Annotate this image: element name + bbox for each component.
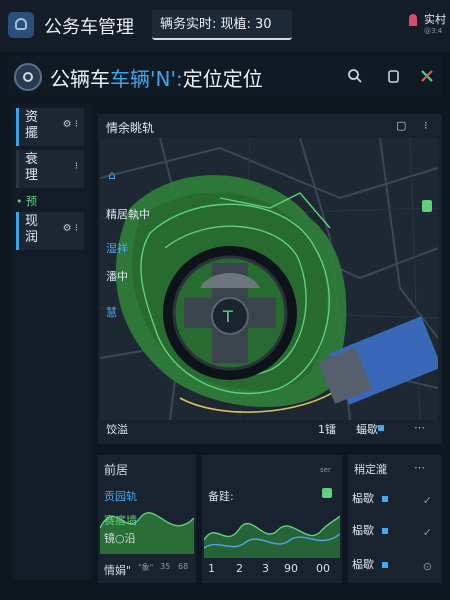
sidebar-item-label: 资擺 xyxy=(25,110,39,141)
more-icon[interactable]: ⋯ xyxy=(414,461,425,474)
sidebar-item-resources[interactable]: 资擺 ⚙ ⁝ xyxy=(16,108,84,146)
chart-corner-label: ser xyxy=(320,466,331,474)
list-item[interactable]: 榀歇 ⊙ xyxy=(352,556,438,582)
svg-text:T: T xyxy=(222,307,233,326)
map-canvas: T xyxy=(100,138,438,420)
title-part-d: 定位定位 xyxy=(182,67,263,91)
list-item[interactable]: 榀歇 ✓ xyxy=(352,522,438,548)
legend-swatch xyxy=(381,528,388,534)
map-marker-icon[interactable] xyxy=(422,200,432,212)
card-item: 贡园轨 xyxy=(104,490,137,503)
legend-swatch xyxy=(381,562,388,568)
sidebar-item-label: 现润 xyxy=(25,214,39,245)
chart-status-icon xyxy=(322,488,332,498)
map-label: 慧 xyxy=(106,306,117,319)
map-footer-right[interactable]: 蝠歇 xyxy=(356,421,378,437)
app-title: 公务车管理 xyxy=(44,17,134,38)
bookmark-icon[interactable]: ▢ xyxy=(396,119,406,132)
card-item: 赛瘩墙 xyxy=(104,514,137,527)
chart-tick: 90 xyxy=(284,562,298,575)
more-icon[interactable]: ⋯ xyxy=(414,421,425,434)
card-foot-value: "象" xyxy=(138,563,154,572)
legend-swatch xyxy=(378,425,384,431)
check-icon[interactable]: ✓ xyxy=(423,526,432,539)
more-icon[interactable]: ⁝ xyxy=(424,119,428,132)
card-foot-value: 35 xyxy=(160,562,171,571)
sidebar-item-manage[interactable]: 衰理 ⁝ xyxy=(16,150,84,188)
home-icon[interactable]: ⌂ xyxy=(108,168,116,182)
more-icon[interactable]: ⁝ xyxy=(75,161,78,172)
card-item: 镜○沿 xyxy=(104,532,136,545)
map-view[interactable]: T xyxy=(100,138,438,420)
tab-vehicle-realtime[interactable]: 辆务实时: 现植: 30 xyxy=(152,10,292,40)
sidebar-section-label: • 预 xyxy=(16,195,37,208)
list-item-label: 榀歇 xyxy=(352,492,374,505)
card-foot-value: 68 xyxy=(178,562,189,571)
user-pin-icon xyxy=(409,14,417,26)
map-footer-count: 1镭 xyxy=(318,423,336,436)
check-icon[interactable]: ⊙ xyxy=(423,560,432,573)
sidebar-item-label: 衰理 xyxy=(25,152,39,183)
user-sub-label: @3:4 xyxy=(424,27,443,35)
list-item-label: 榀歇 xyxy=(352,558,374,571)
chart-tick: 3 xyxy=(262,562,269,575)
list-item[interactable]: 榀歇 ✓ xyxy=(352,490,438,516)
area-chart-middle xyxy=(204,515,340,558)
settings-icon[interactable]: ⚙ ⁝ xyxy=(63,119,78,130)
title-part-c: 'N': xyxy=(150,67,183,91)
title-part-b: 车辆 xyxy=(110,67,150,91)
map-footer-left: 饺溢 xyxy=(106,423,128,436)
map-panel-title: 情余眺轨 xyxy=(106,121,155,135)
check-icon[interactable]: ✓ xyxy=(423,494,432,507)
close-icon[interactable] xyxy=(416,68,438,90)
card-title: 稍定瀧 xyxy=(354,463,387,476)
chart-tick: 00 xyxy=(316,562,330,575)
card-foot-label: 情娟" xyxy=(104,564,132,577)
list-item-label: 榀歇 xyxy=(352,524,374,537)
map-label: 潘中 xyxy=(106,270,128,283)
map-label: 湿祥 xyxy=(106,242,128,255)
card-title: 前居 xyxy=(104,463,129,477)
legend-swatch xyxy=(381,496,388,502)
title-part-a: 公辆车 xyxy=(50,67,110,91)
settings-icon[interactable]: ⚙ ⁝ xyxy=(63,223,78,234)
section-label-text: 预 xyxy=(26,195,37,208)
page-title: 公辆车车辆'N':定位定位 xyxy=(50,63,263,92)
vehicle-badge-icon xyxy=(14,63,42,91)
sidebar-item-monitor[interactable]: 现润 ⚙ ⁝ xyxy=(16,212,84,250)
search-icon[interactable] xyxy=(344,68,366,90)
map-label: 精居執中 xyxy=(106,208,150,221)
app-logo-icon xyxy=(8,12,34,38)
chart-tick: 1 xyxy=(208,562,215,575)
user-label[interactable]: 实村 xyxy=(424,11,446,27)
chart-tick: 2 xyxy=(236,562,243,575)
copy-icon[interactable] xyxy=(382,68,404,90)
